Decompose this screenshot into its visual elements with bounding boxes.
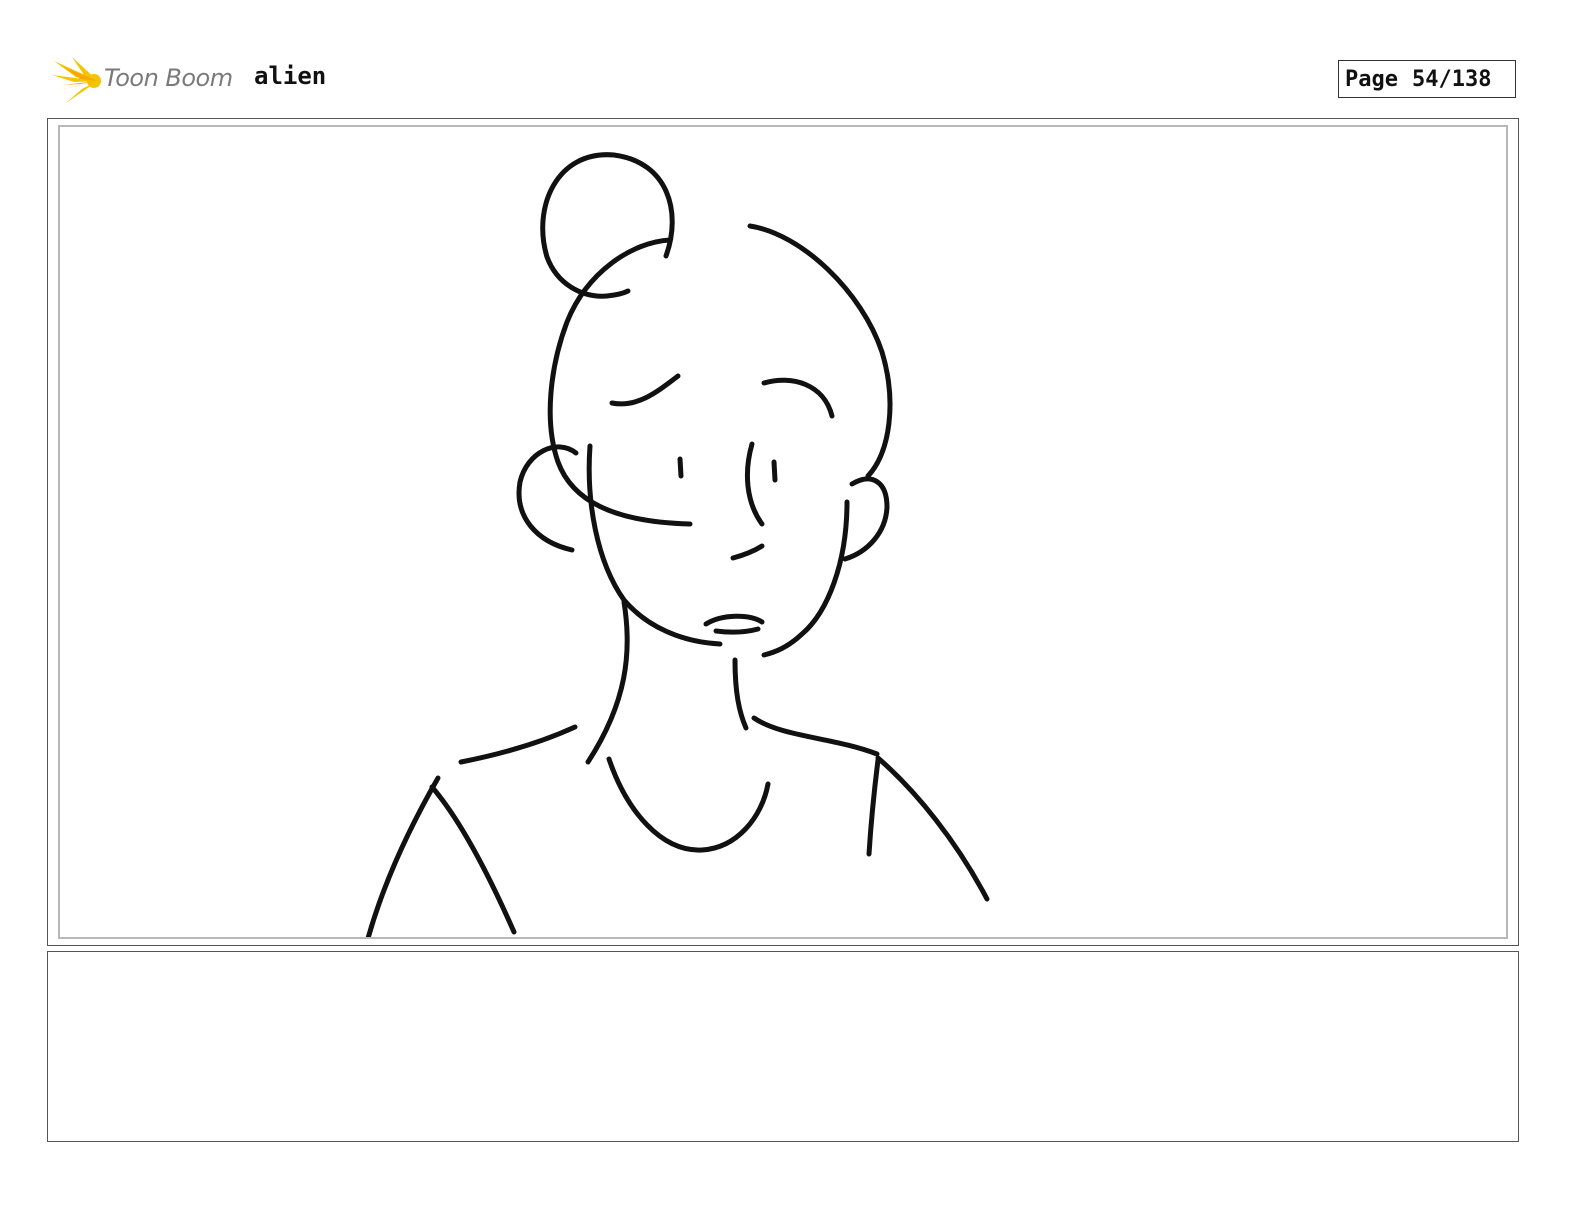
page-indicator: Page 54/138 [1338, 60, 1516, 98]
sketch-character-icon [365, 152, 990, 937]
project-title: alien [254, 62, 327, 90]
notes-area [47, 951, 1519, 1142]
page-number: 54/138 [1411, 66, 1492, 92]
logo-text: Toon Boom [104, 64, 233, 92]
page-label: Page [1345, 66, 1398, 92]
storyboard-panel [58, 125, 1508, 939]
